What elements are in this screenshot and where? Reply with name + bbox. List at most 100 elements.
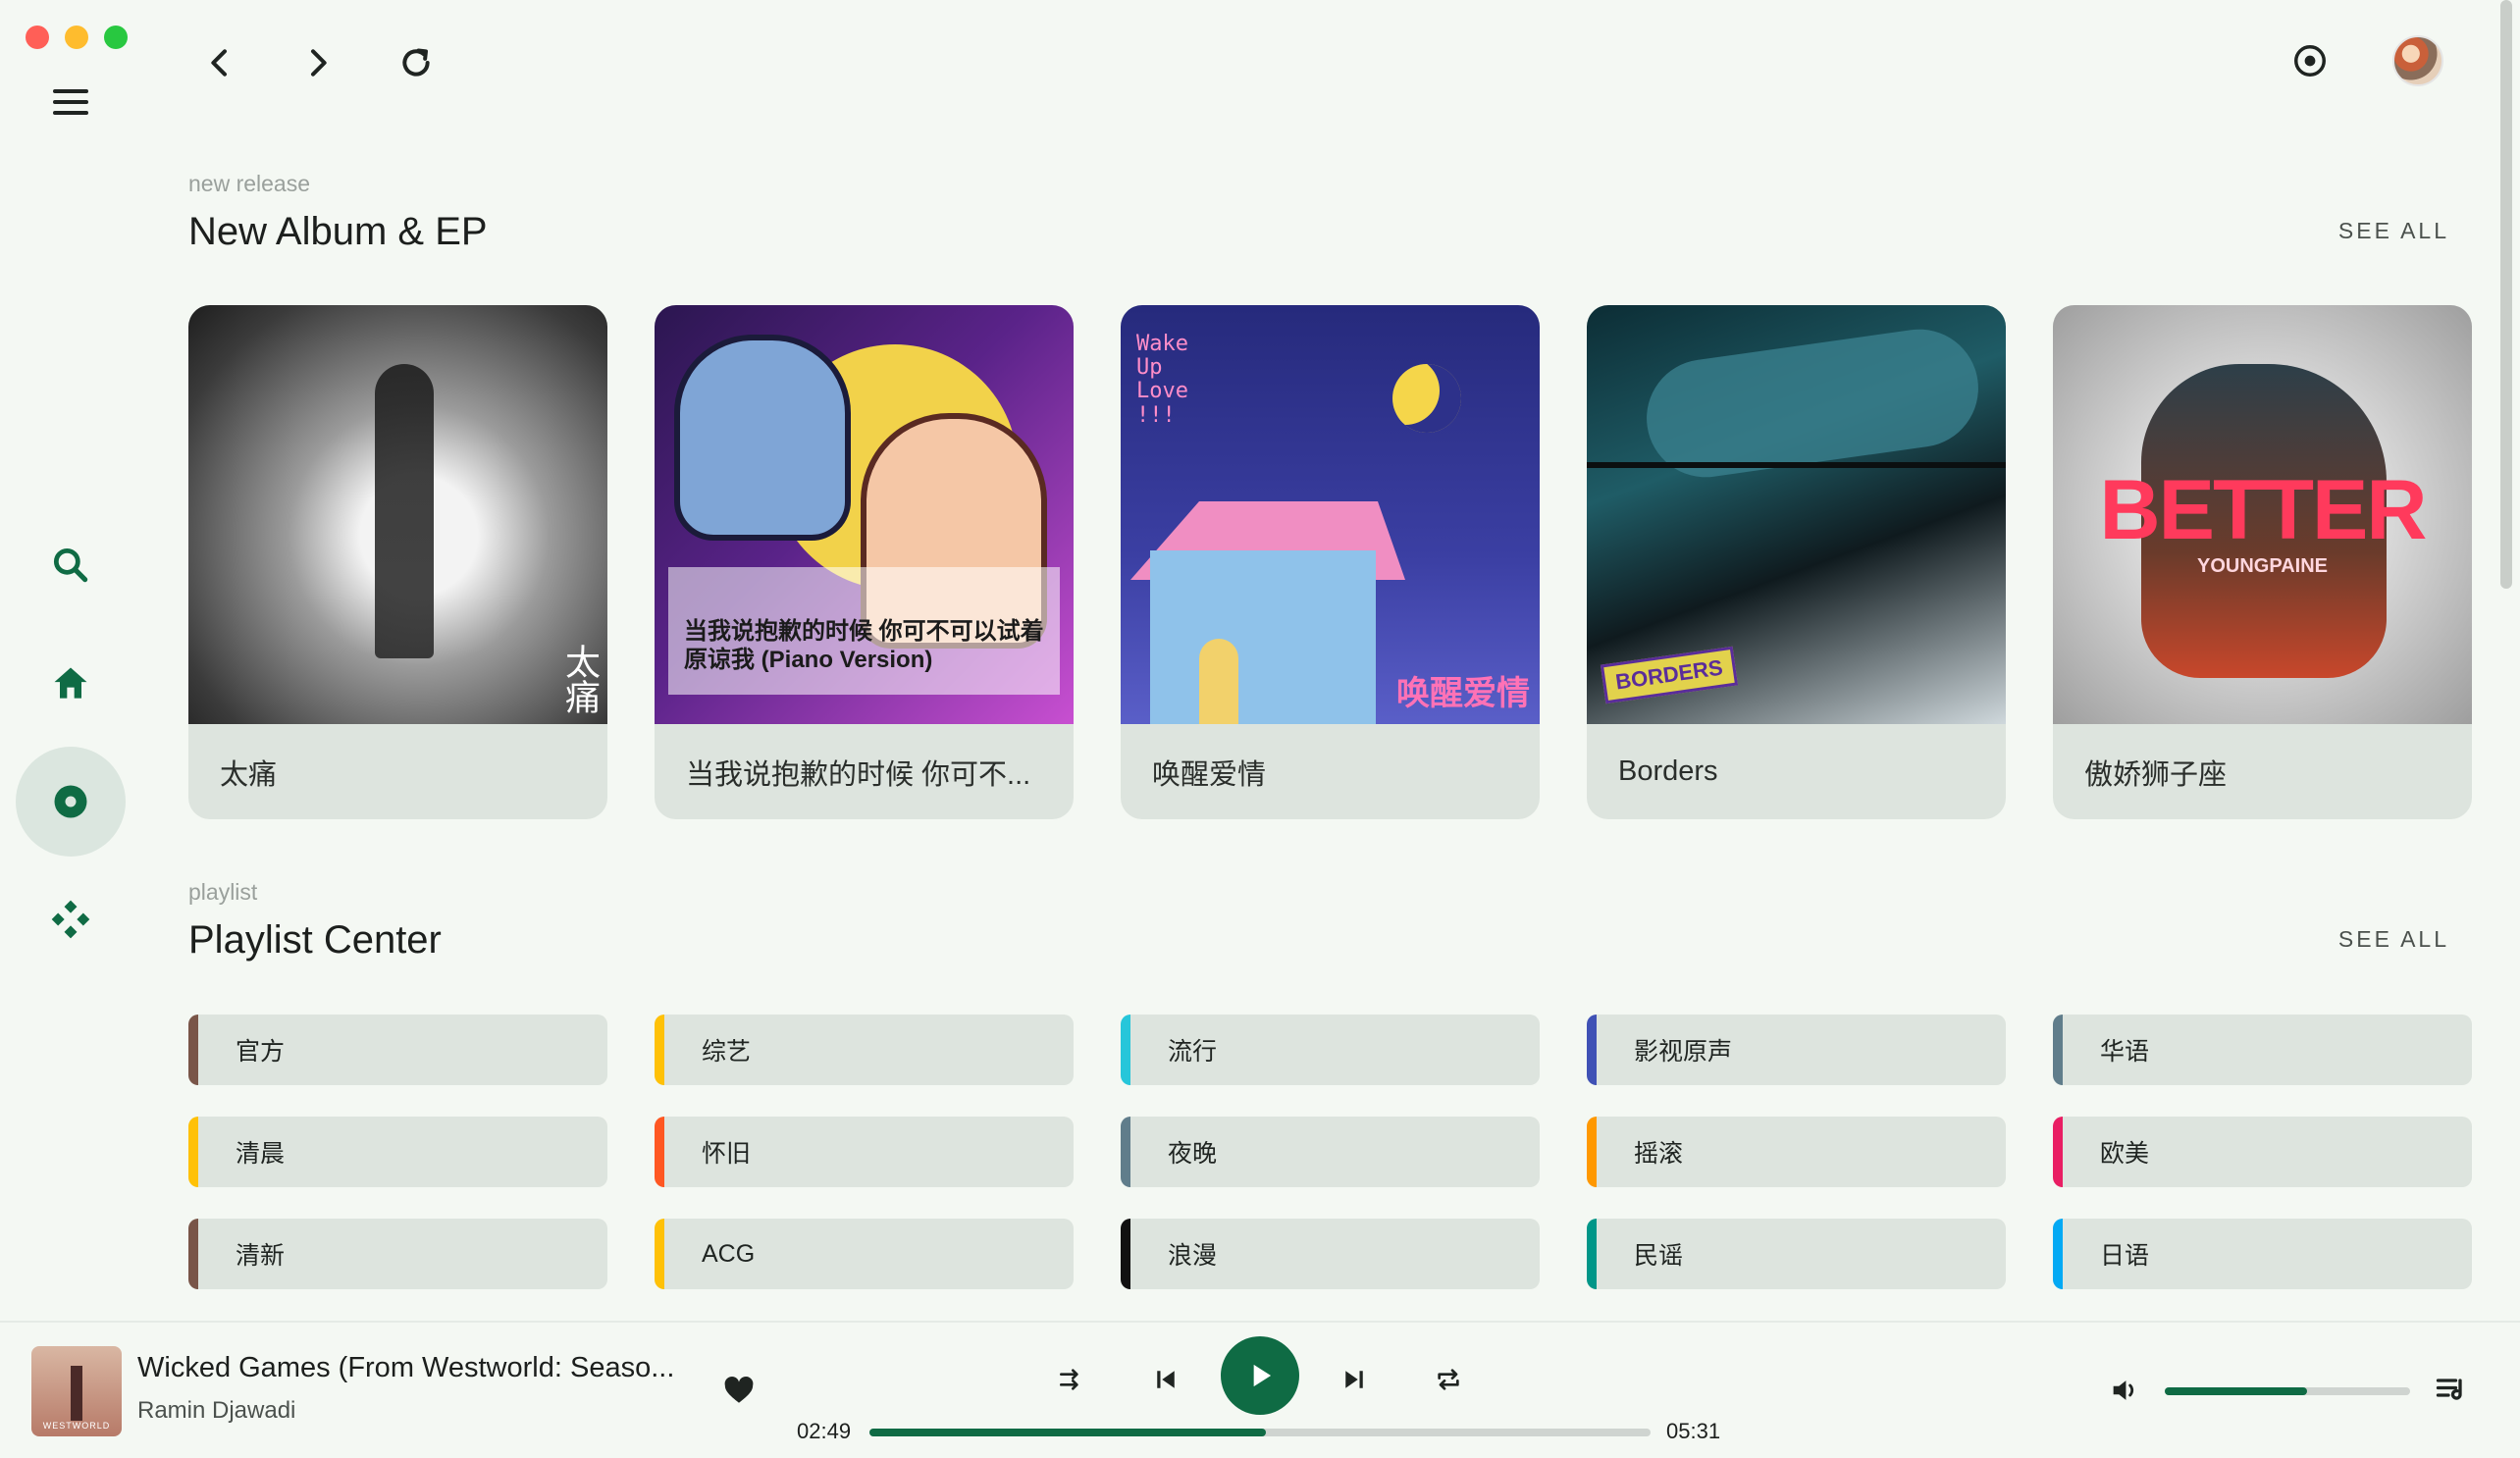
sidebar-item-discover[interactable] <box>16 747 126 857</box>
top-right-actions <box>2286 35 2443 86</box>
forward-button[interactable] <box>294 39 341 86</box>
album-cover-text: 当我说抱歉的时候 你可不可以试着原谅我 (Piano Version) <box>684 618 1044 674</box>
top-navigation <box>196 39 440 86</box>
previous-button[interactable] <box>1146 1360 1185 1399</box>
now-playing-cover[interactable]: WESTWORLD <box>31 1346 122 1436</box>
progress-bar[interactable] <box>869 1429 1651 1436</box>
sidebar-item-search[interactable] <box>16 510 126 620</box>
menu-icon[interactable] <box>47 84 94 120</box>
category-color-bar <box>1121 1117 1130 1187</box>
sidebar-item-library[interactable] <box>16 864 126 974</box>
album-card[interactable]: 太痛 太痛 <box>188 305 607 819</box>
playlist-category[interactable]: 浪漫 <box>1121 1219 1540 1289</box>
album-card[interactable]: 当我说抱歉的时候 你可不可以试着原谅我 (Piano Version) 当我说抱… <box>655 305 1074 819</box>
sidebar-item-home[interactable] <box>16 629 126 739</box>
playlist-queue-icon <box>2436 1379 2462 1400</box>
now-playing-title[interactable]: Wicked Games (From Westworld: Seaso... <box>137 1352 687 1384</box>
album-title: 当我说抱歉的时候 你可不... <box>686 758 1031 791</box>
playlist-category[interactable]: 夜晚 <box>1121 1117 1540 1187</box>
volume-fill <box>2165 1387 2307 1395</box>
now-playing-cover-label: WESTWORLD <box>42 1421 111 1431</box>
album-title: Borders <box>1618 755 1718 787</box>
lyrics-mode-button[interactable] <box>2286 37 2334 84</box>
playlist-category[interactable]: 欧美 <box>2053 1117 2472 1187</box>
playlist-category[interactable]: 清新 <box>188 1219 607 1289</box>
section-kicker-new-release: new release <box>188 171 311 196</box>
avatar[interactable] <box>2392 35 2443 86</box>
category-label: 民谣 <box>1634 1242 1684 1270</box>
category-color-bar <box>655 1015 664 1085</box>
playlist-category[interactable]: 民谣 <box>1587 1219 2006 1289</box>
play-button[interactable] <box>1221 1336 1299 1415</box>
progress-fill <box>869 1429 1267 1436</box>
queue-button[interactable] <box>2434 1372 2473 1411</box>
album-cover-text: Wake Up Love !!! <box>1136 332 1188 428</box>
scrollbar[interactable] <box>2500 0 2512 589</box>
now-playing-artist[interactable]: Ramin Djawadi <box>137 1397 295 1425</box>
playlist-category[interactable]: 日语 <box>2053 1219 2472 1289</box>
like-button[interactable] <box>722 1374 756 1407</box>
category-color-bar <box>188 1015 198 1085</box>
category-label: 清新 <box>236 1242 286 1270</box>
shuffle-button[interactable] <box>1052 1360 1091 1399</box>
back-button[interactable] <box>196 39 243 86</box>
album-cover: 太痛 <box>188 305 607 724</box>
playlist-category[interactable]: 华语 <box>2053 1015 2472 1085</box>
playlist-category[interactable]: 流行 <box>1121 1015 1540 1085</box>
play-icon <box>1253 1364 1272 1387</box>
chevron-right-icon <box>311 49 327 77</box>
playlist-category[interactable]: ACG <box>655 1219 1074 1289</box>
repeat-icon <box>1438 1369 1459 1390</box>
category-color-bar <box>188 1117 198 1187</box>
category-color-bar <box>2053 1015 2063 1085</box>
category-color-bar <box>1587 1117 1597 1187</box>
album-cover-text: 太痛 <box>559 644 600 714</box>
album-card[interactable]: BETTER YOUNGPAINE 傲娇狮子座 <box>2053 305 2472 819</box>
album-card[interactable]: BORDERS Borders <box>1587 305 2006 819</box>
next-button[interactable] <box>1335 1360 1374 1399</box>
category-label: 欧美 <box>2100 1140 2150 1168</box>
refresh-button[interactable] <box>393 39 440 86</box>
album-cover-subtext: YOUNGPAINE <box>2197 555 2328 577</box>
album-card[interactable]: Wake Up Love !!! 唤醒爱情 唤醒爱情 <box>1121 305 1540 819</box>
album-cover: 当我说抱歉的时候 你可不可以试着原谅我 (Piano Version) <box>655 305 1074 724</box>
playlist-category[interactable]: 清晨 <box>188 1117 607 1187</box>
album-cover-text: BORDERS <box>1600 646 1739 704</box>
category-color-bar <box>655 1219 664 1289</box>
disc-icon <box>54 785 87 818</box>
playlist-category[interactable]: 影视原声 <box>1587 1015 2006 1085</box>
category-color-bar <box>1587 1015 1597 1085</box>
disc-outline-icon <box>2294 45 2326 77</box>
playlist-category[interactable]: 摇滚 <box>1587 1117 2006 1187</box>
playlist-category[interactable]: 综艺 <box>655 1015 1074 1085</box>
category-label: 摇滚 <box>1634 1140 1684 1168</box>
album-cover-text: BETTER <box>2099 463 2428 557</box>
category-label: 官方 <box>236 1038 286 1066</box>
diamond-grid-icon <box>51 900 90 939</box>
category-label: 日语 <box>2100 1242 2150 1270</box>
playlist-category[interactable]: 官方 <box>188 1015 607 1085</box>
category-color-bar <box>1121 1015 1130 1085</box>
see-all-playlists-button[interactable]: SEE ALL <box>2338 926 2449 953</box>
volume-slider[interactable] <box>2165 1387 2410 1395</box>
category-color-bar <box>2053 1219 2063 1289</box>
section-title-playlist-center: Playlist Center <box>188 918 442 962</box>
skip-previous-icon <box>1157 1371 1175 1388</box>
section-kicker-playlist: playlist <box>188 879 258 905</box>
album-cover: Wake Up Love !!! 唤醒爱情 <box>1121 305 1540 724</box>
see-all-albums-button[interactable]: SEE ALL <box>2338 218 2449 244</box>
section-title-new-album: New Album & EP <box>188 210 488 253</box>
mute-button[interactable] <box>2108 1374 2143 1409</box>
category-label: 清晨 <box>236 1140 286 1168</box>
category-label: 华语 <box>2100 1038 2150 1066</box>
album-list: 太痛 太痛 当我说抱歉的时候 你可不可以试着原谅我 (Piano Version… <box>188 305 2472 819</box>
album-title: 太痛 <box>220 758 278 791</box>
playlist-category[interactable]: 怀旧 <box>655 1117 1074 1187</box>
heart-icon <box>724 1376 754 1403</box>
refresh-icon <box>402 48 430 77</box>
playlist-category-grid: 官方 综艺 流行 影视原声 华语 清晨 怀旧 夜晚 摇滚 欧美 清新 ACG 浪… <box>188 1015 2472 1289</box>
album-cover-text: 唤醒爱情 <box>1396 675 1530 712</box>
category-label: 怀旧 <box>702 1140 752 1168</box>
category-label: 流行 <box>1168 1038 1218 1066</box>
repeat-button[interactable] <box>1429 1360 1468 1399</box>
